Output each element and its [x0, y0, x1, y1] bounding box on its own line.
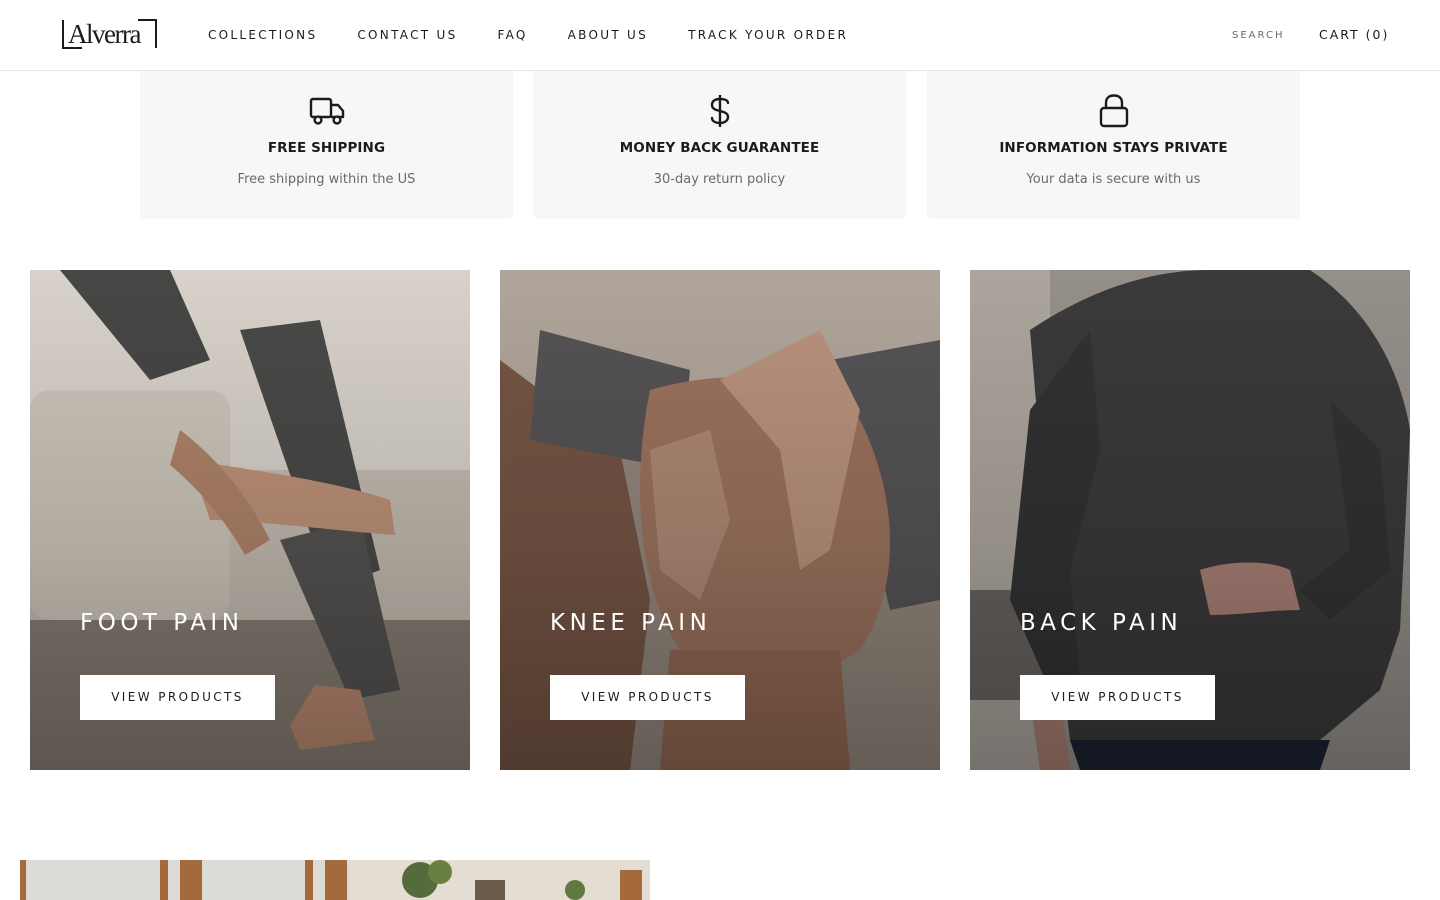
- badge-title: MONEY BACK GUARANTEE: [619, 140, 820, 156]
- badge-title: FREE SHIPPING: [267, 140, 386, 156]
- category-card-knee-pain[interactable]: KNEE PAIN VIEW PRODUCTS: [500, 270, 940, 770]
- cart-link[interactable]: CART (0): [1319, 27, 1389, 43]
- category-title: FOOT PAIN: [80, 610, 244, 636]
- badge-subtitle: Free shipping within the US: [237, 172, 416, 187]
- nav-track-your-order[interactable]: TRACK YOUR ORDER: [688, 27, 848, 43]
- badge-money-back: MONEY BACK GUARANTEE 30-day return polic…: [533, 60, 906, 219]
- search-link[interactable]: SEARCH: [1232, 29, 1284, 43]
- view-products-button[interactable]: VIEW PRODUCTS: [80, 675, 275, 720]
- view-products-button[interactable]: VIEW PRODUCTS: [550, 675, 745, 720]
- site-header: Alverra COLLECTIONS CONTACT US FAQ ABOUT…: [0, 0, 1440, 71]
- category-title: BACK PAIN: [1020, 610, 1183, 636]
- badge-subtitle: 30-day return policy: [653, 172, 786, 187]
- category-title: KNEE PAIN: [550, 610, 712, 636]
- view-products-button[interactable]: VIEW PRODUCTS: [1020, 675, 1215, 720]
- category-card-back-pain[interactable]: BACK PAIN VIEW PRODUCTS: [970, 270, 1410, 770]
- truck-icon: [309, 97, 344, 125]
- lifestyle-photo: [20, 860, 650, 900]
- main-nav: COLLECTIONS CONTACT US FAQ ABOUT US TRAC…: [208, 27, 888, 43]
- lock-icon: [1099, 94, 1128, 128]
- nav-faq[interactable]: FAQ: [498, 27, 528, 43]
- badge-subtitle: Your data is secure with us: [1026, 172, 1201, 187]
- nav-contact-us[interactable]: CONTACT US: [357, 27, 457, 43]
- badge-private: INFORMATION STAYS PRIVATE Your data is s…: [927, 60, 1300, 219]
- badge-free-shipping: FREE SHIPPING Free shipping within the U…: [140, 60, 513, 219]
- badge-title: INFORMATION STAYS PRIVATE: [999, 140, 1228, 156]
- logo[interactable]: Alverra: [62, 18, 158, 50]
- nav-collections[interactable]: COLLECTIONS: [208, 27, 317, 43]
- nav-about-us[interactable]: ABOUT US: [568, 27, 648, 43]
- logo-text: Alverra: [68, 19, 141, 49]
- room-scene: [20, 860, 650, 900]
- category-card-foot-pain[interactable]: FOOT PAIN VIEW PRODUCTS: [30, 270, 470, 770]
- dollar-icon: [710, 95, 729, 127]
